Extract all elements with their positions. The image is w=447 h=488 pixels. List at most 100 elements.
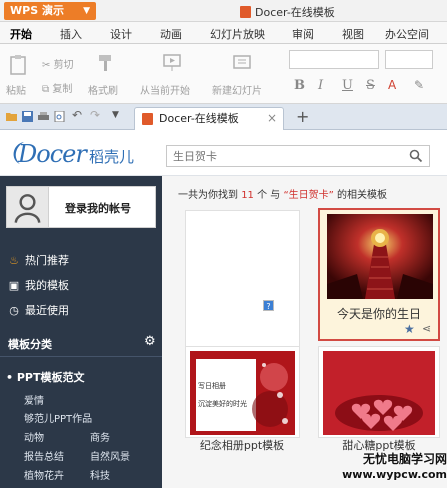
watermark-line2: www.wypcw.com <box>342 468 447 481</box>
paste-icon[interactable] <box>8 54 28 76</box>
toolbar: 粘贴 ✂ 剪切 ⧉ 复制 格式刷 从当前开始 新建幻灯片 B I U S A ✎ <box>0 44 447 104</box>
underline-button[interactable]: U <box>342 78 353 93</box>
docer-logo-cn: 稻壳儿 <box>89 148 135 166</box>
category-item[interactable]: 自然风景 <box>90 448 130 463</box>
highlight-icon[interactable]: ✎ <box>414 78 424 92</box>
category-item[interactable]: 科技 <box>90 467 110 482</box>
watermark-line1: 无忧电脑学习网 <box>362 452 447 466</box>
new-slide-icon[interactable] <box>232 52 252 74</box>
template-card[interactable]: 写日相册 沉淀美好的时光 <box>185 346 300 438</box>
document-icon <box>142 113 153 125</box>
doc-tab-label: Docer-在线模板 <box>159 112 239 125</box>
cut-label: 剪切 <box>53 60 74 71</box>
print-icon[interactable] <box>38 111 49 122</box>
template-results: 一共为你找到 11 个 与 “生日贺卡” 的相关模板 ? 今天是你的生日 ★ ⋖… <box>162 176 447 488</box>
tab-insert[interactable]: 插入 <box>60 26 82 42</box>
result-keyword: “生日贺卡” <box>283 190 334 201</box>
result-count: 11 <box>241 190 254 201</box>
chevron-down-icon: ▼ <box>83 6 90 16</box>
watermark: 无忧电脑学习网 www.wypcw.com <box>331 452 447 482</box>
redo-icon[interactable]: ↷ <box>90 108 101 122</box>
category-item[interactable]: 植物花卉 <box>24 467 64 482</box>
window-title: Docer-在线模板 <box>240 4 335 20</box>
category-item[interactable]: 报告总结 <box>24 448 64 463</box>
window-title-text: Docer-在线模板 <box>255 6 335 19</box>
title-bar: WPS 演示 ▼ Docer-在线模板 <box>0 0 447 22</box>
wps-app-menu-button[interactable]: WPS 演示 ▼ <box>4 2 96 20</box>
search-input[interactable] <box>173 150 393 163</box>
ribbon-tabs: 开始 插入 设计 动画 幻灯片放映 审阅 视图 办公空间 <box>0 22 447 47</box>
tab-view[interactable]: 视图 <box>342 26 364 42</box>
cut-button[interactable]: ✂ 剪切 <box>42 56 74 71</box>
result-prefix: 一共为你找到 <box>178 190 238 201</box>
template-thumbnail <box>323 351 435 435</box>
share-icon[interactable]: ⋖ <box>422 322 431 335</box>
new-tab-button[interactable]: + <box>296 107 309 126</box>
template-thumbnail <box>327 214 433 299</box>
from-current-label: 从当前开始 <box>140 86 190 97</box>
font-family-select[interactable] <box>289 50 379 69</box>
star-icon[interactable]: ★ <box>404 322 415 336</box>
gear-icon[interactable]: ⚙ <box>144 334 156 349</box>
tab-docer-online-templates[interactable]: Docer-在线模板 × <box>134 107 284 130</box>
bold-button[interactable]: B <box>294 78 305 93</box>
tab-animation[interactable]: 动画 <box>160 26 182 42</box>
document-tab-bar: ↶ ↷ ▼ Docer-在线模板 × + <box>0 104 447 130</box>
docer-logo: Docer <box>18 140 87 168</box>
result-summary: 一共为你找到 11 个 与 “生日贺卡” 的相关模板 <box>178 186 387 201</box>
slideshow-from-current-icon[interactable] <box>162 52 182 74</box>
sidebar-item-recent[interactable]: ◷ 最近使用 <box>8 302 69 318</box>
sidebar-item-label: 热门推荐 <box>25 254 69 267</box>
sidebar-item-my-templates[interactable]: ▣ 我的模板 <box>8 277 69 293</box>
sidebar-item-hot[interactable]: ♨ 热门推荐 <box>8 252 69 268</box>
category-item[interactable]: 商务 <box>90 429 110 444</box>
font-color-icon[interactable]: A <box>388 78 396 92</box>
template-card[interactable]: ? <box>185 210 300 360</box>
template-card-title: 今天是你的生日 <box>336 307 421 321</box>
customize-quick-access-icon[interactable]: ▼ <box>112 110 123 121</box>
tab-home[interactable]: 开始 <box>8 26 34 47</box>
copy-label: 复制 <box>52 84 73 95</box>
undo-icon[interactable]: ↶ <box>72 108 83 122</box>
category-item[interactable]: 爱情 <box>24 392 44 407</box>
login-label: 登录我的帐号 <box>65 202 131 215</box>
sidebar-item-label: 最近使用 <box>25 304 69 317</box>
clock-icon: ◷ <box>9 304 19 317</box>
italic-button[interactable]: I <box>318 78 323 93</box>
template-thumbnail <box>190 351 295 435</box>
tab-review[interactable]: 审阅 <box>292 26 314 42</box>
template-card-title: 甜心糖ppt模板 <box>342 439 416 452</box>
tab-office-space[interactable]: 办公空间 <box>385 26 429 42</box>
tab-design[interactable]: 设计 <box>110 26 132 42</box>
result-mid: 个 与 <box>257 190 281 201</box>
category-item[interactable]: 够范儿PPT作品 <box>24 410 92 425</box>
thumb-text: 写日相册 <box>198 382 226 390</box>
sidebar: 登录我的帐号 ♨ 热门推荐 ▣ 我的模板 ◷ 最近使用 模板分类 ⚙ • PPT模板范… <box>0 176 162 488</box>
template-card-selected[interactable]: 今天是你的生日 ★ ⋖ <box>318 208 440 341</box>
paste-label: 粘贴 <box>6 86 26 97</box>
category-ppt-templates[interactable]: • PPT模板范文 <box>6 369 85 385</box>
copy-button[interactable]: ⧉ 复制 <box>42 80 72 95</box>
format-painter-icon[interactable] <box>95 52 115 74</box>
sidebar-item-label: 我的模板 <box>25 279 69 292</box>
template-card-title: 纪念相册ppt模板 <box>199 439 285 452</box>
wps-app-menu-label: WPS 演示 <box>10 4 64 17</box>
category-item[interactable]: 动物 <box>24 429 44 444</box>
print-preview-icon[interactable] <box>54 111 65 122</box>
format-painter-label: 格式刷 <box>88 86 118 97</box>
tab-slideshow[interactable]: 幻灯片放映 <box>210 26 265 42</box>
result-suffix: 的相关模板 <box>337 190 388 201</box>
template-search-box[interactable] <box>166 145 430 167</box>
thumb-text: 沉淀美好的时光 <box>198 400 247 408</box>
search-icon[interactable] <box>409 149 423 163</box>
login-button[interactable]: 登录我的帐号 <box>6 186 156 228</box>
strikethrough-button[interactable]: S <box>366 78 375 93</box>
template-card[interactable] <box>318 346 440 438</box>
divider <box>0 356 162 357</box>
save-icon[interactable] <box>22 111 33 122</box>
font-size-select[interactable] <box>385 50 433 69</box>
flame-icon: ♨ <box>9 254 19 267</box>
document-icon <box>240 6 251 18</box>
close-icon[interactable]: × <box>267 108 277 129</box>
folder-icon[interactable] <box>6 111 17 122</box>
